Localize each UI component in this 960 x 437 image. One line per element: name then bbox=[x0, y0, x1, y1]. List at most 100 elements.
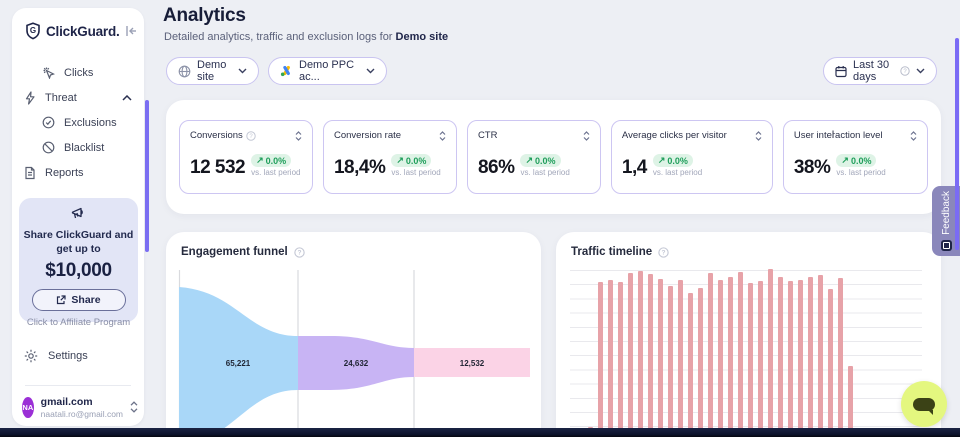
info-circle-icon[interactable]: ? bbox=[658, 247, 669, 258]
sort-icon[interactable] bbox=[910, 131, 917, 141]
sidebar-item-exclusions[interactable]: Exclusions bbox=[12, 110, 144, 135]
timeline-bar bbox=[618, 282, 623, 437]
account-switcher[interactable]: NA gmail.com naatali.ro@gmail.com bbox=[22, 396, 138, 419]
megaphone-icon bbox=[19, 206, 138, 221]
sort-icon[interactable] bbox=[439, 131, 446, 141]
sidebar-item-settings[interactable]: Settings bbox=[24, 349, 88, 363]
svg-text:?: ? bbox=[903, 69, 907, 75]
avatar: NA bbox=[22, 397, 34, 418]
traffic-timeline-card: Traffic timeline ? bbox=[556, 232, 941, 437]
sidebar-nav: Clicks Threat Exclusions Blacklist bbox=[12, 60, 144, 185]
stat-label: User interaction level bbox=[794, 130, 883, 141]
stat-card-interaction-level: User interaction level 38% ↗0.0% vs. las… bbox=[783, 120, 928, 194]
sidebar: G ClickGuard. Clicks Threat Excl bbox=[12, 8, 144, 426]
promo-text: Share ClickGuard and get up to bbox=[19, 229, 138, 256]
sidebar-collapse-icon[interactable] bbox=[125, 25, 138, 37]
feedback-label: Feedback bbox=[941, 191, 952, 235]
ppc-account-value: Demo PPC ac... bbox=[299, 59, 360, 83]
timeline-bar bbox=[698, 288, 703, 437]
svg-text:?: ? bbox=[662, 249, 666, 256]
trend-up-icon: ↗ bbox=[841, 155, 849, 166]
text-cursor-pointer: I bbox=[829, 129, 837, 141]
stat-label: Conversions bbox=[190, 130, 243, 141]
clickguard-mini-logo-icon bbox=[941, 240, 952, 251]
sidebar-scrollbar-thumb[interactable] bbox=[145, 100, 149, 252]
lightning-icon bbox=[24, 91, 36, 105]
svg-text:G: G bbox=[30, 26, 36, 35]
info-circle-icon[interactable]: ? bbox=[294, 247, 305, 258]
sidebar-item-blacklist[interactable]: Blacklist bbox=[12, 135, 144, 160]
delta-badge: ↗0.0% bbox=[520, 154, 560, 167]
timeline-bar bbox=[818, 275, 823, 437]
trend-up-icon: ↗ bbox=[256, 155, 264, 166]
account-name: gmail.com bbox=[41, 396, 123, 409]
clickguard-shield-logo-icon: G bbox=[25, 22, 41, 40]
svg-text:?: ? bbox=[297, 249, 301, 256]
ppc-account-selector[interactable]: Demo PPC ac... bbox=[268, 57, 387, 85]
stat-value: 12 532 bbox=[190, 158, 245, 177]
timeline-bar bbox=[738, 272, 743, 437]
delta-badge: ↗0.0% bbox=[836, 154, 876, 167]
funnel-value-1: 65,221 bbox=[226, 359, 251, 368]
info-circle-icon[interactable]: ? bbox=[246, 131, 256, 141]
timeline-bar bbox=[598, 282, 603, 437]
share-button[interactable]: Share bbox=[32, 289, 126, 311]
timeline-title: Traffic timeline bbox=[571, 246, 652, 258]
funnel-title: Engagement funnel bbox=[181, 246, 288, 258]
delta-badge: ↗0.0% bbox=[391, 154, 431, 167]
sort-icon[interactable] bbox=[295, 131, 302, 141]
timeline-bar bbox=[648, 274, 653, 437]
chevron-down-icon bbox=[238, 68, 247, 74]
account-email: naatali.ro@gmail.com bbox=[41, 409, 123, 419]
globe-icon bbox=[178, 65, 191, 78]
sidebar-item-label: Clicks bbox=[64, 67, 93, 79]
timeline-bar bbox=[838, 278, 843, 437]
stats-panel: Conversions ? 12 532 ↗0.0% vs. last peri… bbox=[166, 100, 941, 214]
chevron-up-icon[interactable] bbox=[122, 95, 132, 101]
sidebar-divider bbox=[25, 385, 131, 386]
timeline-bar bbox=[798, 280, 803, 437]
delta-period: vs. last period bbox=[391, 168, 440, 177]
affiliate-promo-card[interactable]: Share ClickGuard and get up to $10,000 S… bbox=[19, 198, 138, 322]
site-selector-value: Demo site bbox=[197, 59, 232, 83]
sidebar-item-clicks[interactable]: Clicks bbox=[12, 60, 144, 85]
timeline-bar bbox=[638, 271, 643, 437]
trend-up-icon: ↗ bbox=[396, 155, 404, 166]
check-circle-icon bbox=[42, 116, 55, 129]
sort-icon[interactable] bbox=[755, 131, 762, 141]
sidebar-item-threat[interactable]: Threat bbox=[12, 85, 144, 110]
page-scrollbar-thumb[interactable] bbox=[955, 38, 959, 250]
timeline-bar bbox=[668, 286, 673, 437]
account-info: gmail.com naatali.ro@gmail.com bbox=[41, 396, 123, 419]
promo-amount: $10,000 bbox=[19, 260, 138, 282]
sort-icon[interactable] bbox=[583, 131, 590, 141]
subtitle-site-name: Demo site bbox=[396, 31, 449, 43]
sidebar-item-reports[interactable]: Reports bbox=[12, 160, 144, 185]
bottom-window-edge bbox=[0, 428, 960, 437]
delta-period: vs. last period bbox=[836, 168, 885, 177]
ban-icon bbox=[42, 141, 55, 154]
stat-label: CTR bbox=[478, 130, 498, 141]
timeline-bar bbox=[658, 279, 663, 437]
stat-card-conversions: Conversions ? 12 532 ↗0.0% vs. last peri… bbox=[179, 120, 313, 194]
timeline-bar bbox=[778, 277, 783, 437]
timeline-bar bbox=[748, 283, 753, 437]
site-selector[interactable]: Demo site bbox=[166, 57, 259, 85]
funnel-value-2: 24,632 bbox=[344, 359, 369, 368]
stat-value: 18,4% bbox=[334, 158, 385, 177]
sidebar-item-label: Blacklist bbox=[64, 142, 104, 154]
sidebar-item-label: Reports bbox=[45, 167, 84, 179]
date-range-selector[interactable]: Last 30 days ? bbox=[823, 57, 937, 85]
timeline-bar bbox=[688, 293, 693, 437]
delta-period: vs. last period bbox=[251, 168, 300, 177]
timeline-bar bbox=[608, 280, 613, 437]
stat-card-conversion-rate: Conversion rate 18,4% ↗0.0% vs. last per… bbox=[323, 120, 457, 194]
chat-widget-button[interactable] bbox=[901, 381, 947, 427]
info-circle-icon: ? bbox=[900, 66, 910, 76]
delta-badge: ↗0.0% bbox=[653, 154, 693, 167]
sidebar-item-label: Exclusions bbox=[64, 117, 117, 129]
calendar-icon bbox=[835, 65, 847, 78]
logo-row: G ClickGuard. bbox=[25, 22, 136, 40]
sidebar-item-label: Threat bbox=[45, 92, 77, 104]
delta-badge: ↗0.0% bbox=[251, 154, 291, 167]
